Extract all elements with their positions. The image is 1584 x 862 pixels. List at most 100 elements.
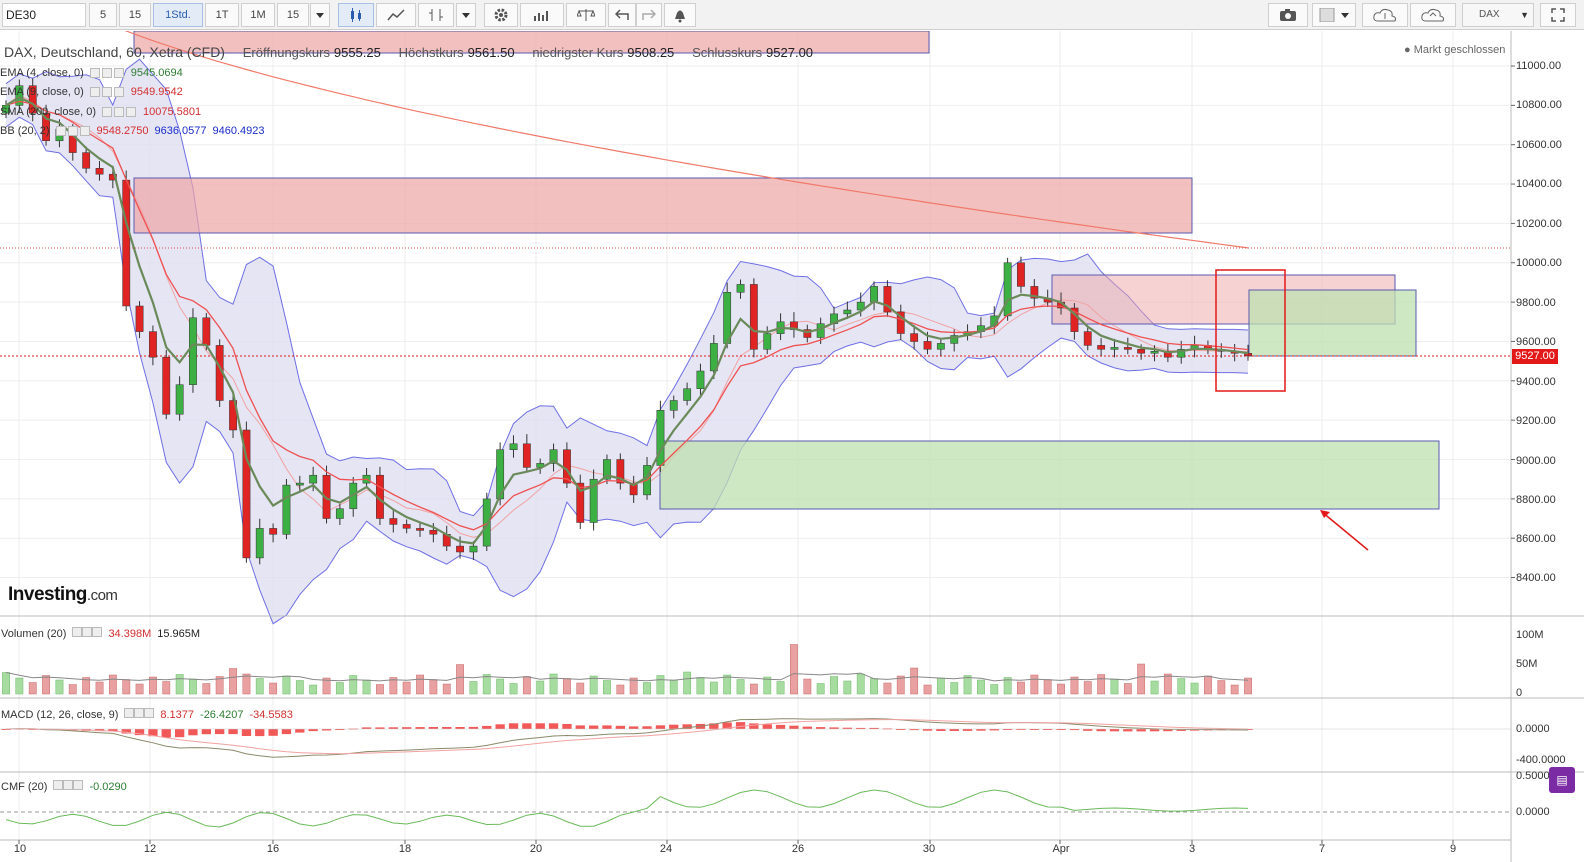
volume-bar	[469, 681, 478, 695]
compare-button[interactable]	[566, 3, 606, 27]
volume-bar	[1217, 680, 1226, 695]
line-chart-button[interactable]	[376, 3, 416, 27]
cloud-save-button[interactable]	[1410, 3, 1456, 27]
volume-bar	[1150, 680, 1159, 695]
y-tick: 10400.00	[1516, 178, 1562, 190]
logo-suffix: .com	[86, 587, 118, 604]
volume-bar	[1190, 682, 1199, 695]
volume-bar	[950, 682, 959, 695]
macd-legend[interactable]: MACD (12, 26, close, 9) 8.1377 -26.4207 …	[1, 708, 293, 721]
bar-type-button[interactable]	[418, 3, 454, 27]
sma200-legend[interactable]: SMA (200, close, 0) 10075.5801	[0, 105, 201, 119]
volume-bar	[1230, 684, 1239, 695]
ema9-value: 9549.9542	[130, 86, 183, 98]
interval-15-extra-button[interactable]: 15	[277, 3, 309, 27]
symbol-input[interactable]: DE30	[2, 3, 86, 27]
color-picker-button[interactable]	[1312, 3, 1356, 27]
volume-bars	[2, 644, 1252, 695]
candle-body	[402, 524, 411, 529]
bb-upper-value: 9636.0577	[154, 125, 207, 137]
volume-controls[interactable]	[72, 627, 103, 640]
settings-button[interactable]	[484, 3, 518, 27]
bb-controls[interactable]	[55, 126, 91, 136]
interval-dropdown-button[interactable]	[310, 3, 330, 27]
interval-15-button[interactable]: 15	[119, 3, 151, 27]
y-tick: 8800.00	[1516, 494, 1556, 506]
macd-histogram-bar	[188, 729, 198, 736]
indicators-button[interactable]	[520, 3, 564, 27]
ema4-legend[interactable]: EMA (4, close, 0) 9545.0694	[0, 66, 183, 80]
volume-bar	[416, 674, 424, 695]
chart-canvas[interactable]	[0, 31, 1584, 862]
macd-signal-line	[5, 719, 1249, 755]
ema9-controls[interactable]	[89, 87, 125, 97]
volume-bar	[255, 678, 264, 695]
macd-histogram-bar	[522, 723, 532, 729]
ema9-legend[interactable]: EMA (9, close, 0) 9549.9542	[0, 85, 183, 99]
candle-body	[1003, 262, 1012, 317]
candle-body	[189, 317, 197, 385]
color-swatch-icon	[1319, 8, 1349, 22]
fullscreen-button[interactable]	[1540, 3, 1576, 27]
side-panel-tab[interactable]: ▤	[1549, 767, 1575, 793]
volume-bar	[1083, 681, 1092, 695]
candle-body	[923, 341, 932, 350]
candle-body	[429, 530, 438, 535]
volume-value-1: 34.398M	[108, 627, 152, 640]
cmf-tick: 0.5000	[1516, 770, 1550, 782]
macd-histogram-bar	[749, 723, 759, 729]
volume-bar	[963, 675, 972, 695]
volume-bar	[790, 644, 798, 695]
high-value: 9561.50	[467, 45, 515, 60]
candle-body	[295, 482, 304, 486]
interval-5-button[interactable]: 5	[89, 3, 117, 27]
volume-bar	[910, 667, 919, 695]
undo-button[interactable]	[608, 3, 636, 27]
chevron-down-icon	[462, 12, 470, 18]
candle-body	[269, 528, 278, 535]
macd-histogram-bar	[388, 727, 398, 729]
volume-bar	[1110, 678, 1119, 695]
exchange-label: DAX	[1479, 9, 1500, 20]
y-tick: 10800.00	[1516, 99, 1562, 111]
candle-body	[870, 286, 878, 303]
sma200-controls[interactable]	[102, 107, 137, 117]
bb-legend[interactable]: BB (20, 2) 9548.2750 9636.0577 9460.4923	[0, 124, 265, 138]
candles-button[interactable]	[338, 3, 374, 27]
volume-bar	[643, 682, 651, 695]
x-tick: 26	[791, 843, 805, 855]
volume-bar	[1017, 681, 1025, 695]
close-value: 9527.00	[766, 45, 814, 60]
volume-bar	[683, 671, 692, 695]
candle-body	[335, 508, 344, 519]
volume-bar	[456, 664, 464, 695]
ema4-controls[interactable]	[89, 68, 125, 78]
y-tick: 9000.00	[1516, 455, 1556, 467]
macd-histogram-bar	[415, 727, 425, 729]
interval-1d-button[interactable]: 1T	[205, 3, 239, 27]
macd-histogram-bar	[255, 729, 265, 737]
volume-bar	[509, 683, 518, 695]
chart-area[interactable]: DAX, Deutschland, 60, Xetra (CFD) Eröffn…	[0, 31, 1584, 862]
screenshot-button[interactable]	[1268, 3, 1308, 27]
x-tick: 7	[1318, 843, 1326, 855]
chart-type-dropdown[interactable]	[456, 3, 476, 27]
cmf-legend[interactable]: CMF (20) -0.0290	[1, 780, 127, 793]
alert-button[interactable]	[664, 3, 696, 27]
cloud-load-button[interactable]	[1362, 3, 1408, 27]
exchange-select[interactable]: DAX ▼	[1462, 3, 1534, 27]
interval-1m-button[interactable]: 1M	[241, 3, 275, 27]
cmf-controls[interactable]	[53, 780, 84, 793]
volume-bar	[442, 683, 451, 695]
y-tick: 9800.00	[1516, 297, 1556, 309]
candle-body	[1123, 347, 1132, 350]
volume-bar	[376, 684, 384, 695]
volume-legend[interactable]: Volumen (20) 34.398M 15.965M	[1, 627, 200, 640]
macd-histogram-bar	[535, 723, 545, 729]
x-tick: 18	[398, 843, 412, 855]
resistance-zone	[133, 177, 1193, 234]
redo-button[interactable]	[636, 3, 662, 27]
macd-controls[interactable]	[124, 708, 155, 721]
volume-tick: 0	[1516, 687, 1523, 699]
interval-1h-button[interactable]: 1Std.	[153, 3, 203, 27]
